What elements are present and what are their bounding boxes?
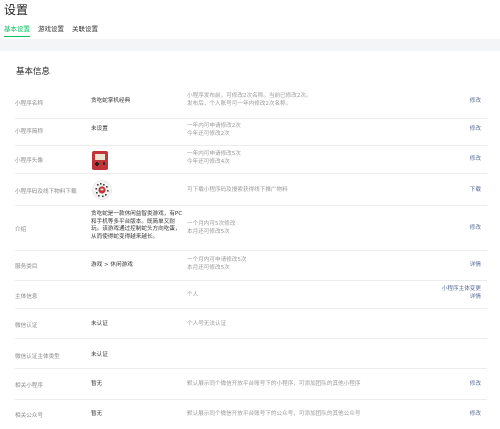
edit-intro-link[interactable]: 修改 — [470, 225, 481, 233]
tab-game-settings[interactable]: 游戏设置 — [38, 23, 64, 37]
name-value: 贪吃蛇掌机经典 — [91, 98, 131, 104]
row-label: 介绍 — [15, 227, 27, 233]
name-note: 小程序发布前，可修改2次名称。当前已修改2次。 发布后，个人账号可一年内修改2次… — [187, 93, 312, 107]
row-label: 服务类目 — [15, 264, 38, 270]
wechat-verify-note: 个人号无法认证 — [187, 321, 227, 327]
row-avatar: 小程序头像 一年内可申请修改5次 今年还可修改4次 修改 — [15, 146, 487, 174]
subject-actions: 小程序主体变更 详情 — [442, 286, 481, 301]
wechat-verify-value: 未认证 — [91, 321, 108, 327]
related-miniprogram-note: 默认展示同个微信开放平台账号下的小程序，可添加团队的其他小程序 — [187, 381, 361, 387]
row-qrcode: 小程序码及线下物料下载 可下载小程序码及搜索获得线下推广物料 下载 — [15, 174, 487, 206]
row-subject: 主体信息 个人 小程序主体变更 详情 — [15, 281, 487, 309]
avatar-note: 一年内可申请修改5次 今年还可修改4次 — [187, 151, 241, 165]
settings-tabs: 基本设置 游戏设置 关联设置 — [4, 23, 98, 37]
row-label: 小程序码及线下物料下载 — [15, 189, 77, 195]
edit-name-link[interactable]: 修改 — [470, 98, 481, 106]
related-miniprogram-value: 暂无 — [91, 381, 103, 387]
section-title: 基本信息 — [16, 67, 51, 77]
row-label: 主体信息 — [15, 294, 38, 300]
edit-avatar-link[interactable]: 修改 — [470, 156, 481, 164]
row-label: 相关公众号 — [15, 413, 43, 419]
miniprogram-code-icon — [92, 180, 112, 200]
category-details-link[interactable]: 详情 — [470, 262, 481, 270]
row-verify-subject-type: 微信认证主体类型 未认证 — [15, 339, 487, 369]
subject-note: 个人 — [187, 292, 199, 298]
download-link[interactable]: 下载 — [470, 187, 481, 195]
row-intro: 介绍 贪吃蛇是一款休闲益智类游戏，有PC 和手机等多平台版本。既简单又耐 玩。该… — [15, 206, 487, 251]
edit-short-name-link[interactable]: 修改 — [470, 126, 481, 134]
subject-details-link[interactable]: 详情 — [442, 294, 481, 302]
page-title: 设置 — [4, 3, 29, 17]
separator-band — [0, 39, 500, 51]
row-related-official-account: 相关公众号 暂无 默认展示同个微信开放平台账号下的公众号，可添加团队的其他公众号… — [15, 400, 487, 429]
qrcode-note: 可下载小程序码及搜索获得线下推广物料 — [187, 187, 288, 193]
intro-note: 一个月内可5次修改 本月还可修改5次 — [187, 221, 236, 235]
row-short-name: 小程序简称 未设置 一年内可申请修改2次 今年还可修改2次 修改 — [15, 119, 487, 146]
category-value: 游戏 > 休闲游戏 — [91, 262, 133, 268]
row-label: 微信认证主体类型 — [15, 354, 60, 360]
short-name-value: 未设置 — [91, 126, 108, 132]
tab-association-settings[interactable]: 关联设置 — [72, 23, 98, 37]
row-label: 小程序头像 — [15, 158, 43, 164]
verify-subject-type-value: 未认证 — [91, 352, 108, 358]
related-official-account-note: 默认展示同个微信开放平台账号下的公众号，可添加团队的其他公众号 — [187, 411, 361, 417]
row-related-miniprogram: 相关小程序 暂无 默认展示同个微信开放平台账号下的小程序，可添加团队的其他小程序… — [15, 369, 487, 400]
row-category: 服务类目 游戏 > 休闲游戏 一个月内可申请修改5次 本月还可修改5次 详情 — [15, 251, 487, 281]
row-wechat-verify: 微信认证 未认证 个人号无法认证 — [15, 309, 487, 339]
row-label: 小程序简称 — [15, 129, 43, 135]
tab-basic-settings[interactable]: 基本设置 — [4, 23, 30, 37]
subject-change-link[interactable]: 小程序主体变更 — [442, 286, 481, 294]
category-note: 一个月内可申请修改5次 本月还可修改5次 — [187, 257, 247, 271]
edit-related-official-account-link[interactable]: 修改 — [470, 411, 481, 419]
row-label: 微信认证 — [15, 323, 38, 329]
intro-value: 贪吃蛇是一款休闲益智类游戏，有PC 和手机等多平台版本。既简单又耐 玩。该游戏通… — [91, 211, 183, 240]
short-name-note: 一年内可申请修改2次 今年还可修改2次 — [187, 123, 241, 137]
row-label: 相关小程序 — [15, 383, 43, 389]
related-official-account-value: 暂无 — [91, 411, 103, 417]
row-label: 小程序名称 — [15, 101, 43, 107]
edit-related-miniprogram-link[interactable]: 修改 — [470, 381, 481, 389]
gameboy-avatar-icon — [92, 151, 108, 170]
row-name: 小程序名称 贪吃蛇掌机经典 小程序发布前，可修改2次名称。当前已修改2次。 发布… — [15, 92, 487, 119]
